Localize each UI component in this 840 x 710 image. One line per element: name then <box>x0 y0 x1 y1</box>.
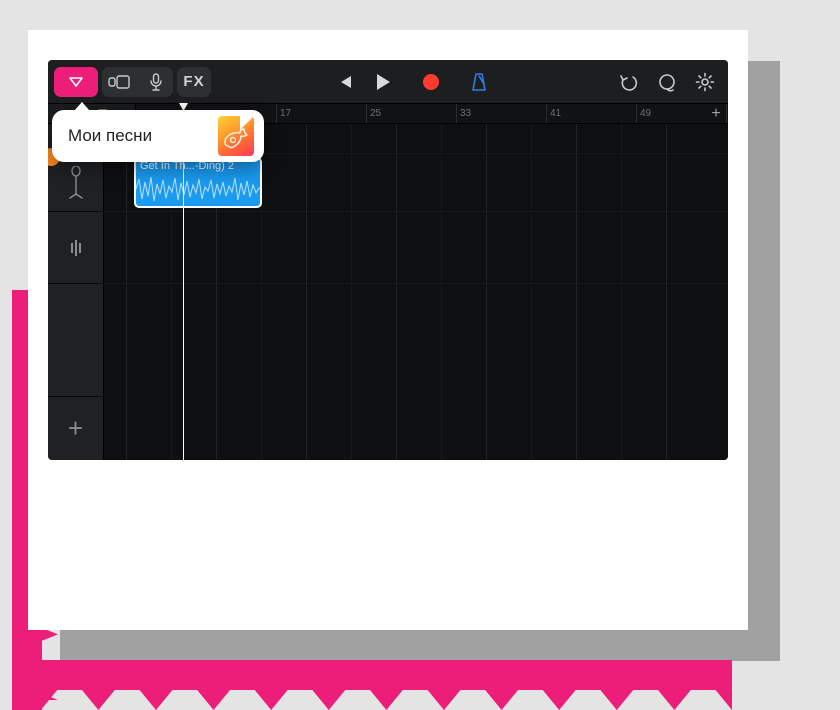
view-mode-group <box>102 67 173 97</box>
toolbar: FX <box>48 60 728 104</box>
ruler-tick: 49 <box>636 104 651 123</box>
garageband-file-icon <box>218 116 254 156</box>
ruler-tick: 5 <box>726 104 728 123</box>
record-button[interactable] <box>414 67 448 97</box>
settings-button[interactable] <box>688 67 722 97</box>
ruler-tick: 17 <box>276 104 291 123</box>
popover-label: Мои песни <box>68 126 208 146</box>
add-track-button[interactable]: + <box>48 396 103 460</box>
triangle-down-icon <box>68 76 84 88</box>
tracks-view-icon <box>108 75 130 89</box>
fx-button[interactable]: FX <box>177 67 211 97</box>
ruler-tick: 25 <box>366 104 381 123</box>
undo-button[interactable] <box>612 67 646 97</box>
app-window: FX <box>48 60 728 460</box>
loop-button[interactable] <box>650 67 684 97</box>
fx-label: FX <box>183 73 204 90</box>
mic-icon <box>149 73 163 91</box>
add-section-button[interactable]: + <box>704 105 728 123</box>
metronome-button[interactable] <box>462 67 496 97</box>
metronome-icon <box>470 72 488 92</box>
waveform-icon <box>136 174 262 204</box>
gear-icon <box>695 72 715 92</box>
tracks-area: + Get I <box>48 124 728 460</box>
loop-icon <box>657 72 677 92</box>
skip-back-icon <box>336 74 354 90</box>
timeline[interactable]: Get In Th...-Ding) 2 <box>104 124 728 460</box>
card: FX <box>28 30 748 630</box>
audio-clip[interactable]: Get In Th...-Ding) 2 <box>134 157 262 208</box>
play-button[interactable] <box>366 67 400 97</box>
track-lane[interactable]: Get In Th...-Ding) 2 <box>104 154 728 212</box>
track-lane[interactable] <box>104 212 728 284</box>
record-icon <box>423 74 439 90</box>
track-headers: + <box>48 124 104 460</box>
my-songs-button[interactable] <box>54 67 98 97</box>
my-songs-popover[interactable]: Мои песни <box>52 110 264 162</box>
ruler-tick: 33 <box>456 104 471 123</box>
tracks-view-button[interactable] <box>102 67 136 97</box>
eq-icon <box>71 240 81 256</box>
plus-icon: + <box>68 413 83 444</box>
play-icon <box>375 73 391 91</box>
undo-icon <box>619 73 639 91</box>
mic-button[interactable] <box>139 67 173 97</box>
track-header-eq[interactable] <box>48 212 103 284</box>
ruler-tick: 41 <box>546 104 561 123</box>
mic-stand-icon <box>67 166 85 200</box>
go-to-start-button[interactable] <box>328 67 362 97</box>
